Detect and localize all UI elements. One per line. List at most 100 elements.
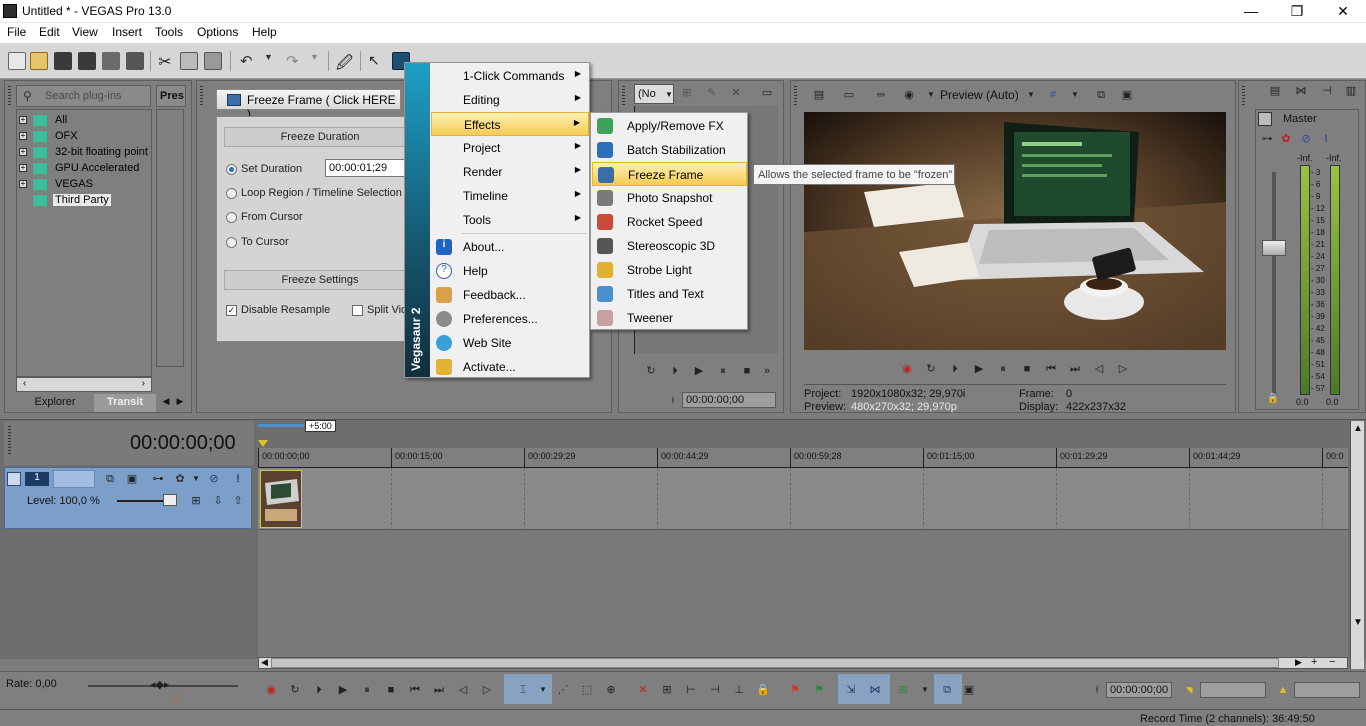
redo-dropdown-icon[interactable]: ▼ bbox=[310, 52, 328, 70]
split-screen-icon[interactable]: ⇹ bbox=[874, 88, 888, 102]
record-icon[interactable]: ◉ bbox=[900, 362, 914, 376]
preview-next-icon[interactable]: ⏭ bbox=[1068, 362, 1082, 376]
expand-icon[interactable]: + bbox=[19, 132, 27, 140]
video-event-clip[interactable] bbox=[260, 470, 302, 528]
panel-grip[interactable] bbox=[622, 86, 625, 106]
panel-grip[interactable] bbox=[8, 426, 11, 454]
master-bypass-icon[interactable]: ⊘ bbox=[1299, 132, 1313, 146]
master-solo-icon[interactable]: ! bbox=[1319, 132, 1333, 146]
timeline-vertical-scrollbar[interactable]: ▲ ▼ bbox=[1350, 421, 1364, 669]
enable-snapping-button[interactable]: ⇲ bbox=[844, 683, 858, 697]
track-down-icon[interactable]: ⇩ bbox=[211, 494, 225, 508]
from-cursor-option[interactable]: From Cursor bbox=[226, 211, 303, 223]
scroll-down-icon[interactable]: ▼ bbox=[1353, 617, 1363, 628]
expand-icon[interactable]: + bbox=[19, 148, 27, 156]
radio-to-cursor[interactable] bbox=[226, 237, 237, 248]
minimize-button[interactable]: — bbox=[1228, 0, 1274, 23]
project-properties-icon[interactable]: ▤ bbox=[812, 88, 826, 102]
tab-transitions[interactable]: Transit bbox=[94, 394, 156, 412]
normal-edit-tool-icon[interactable]: ⌶ bbox=[516, 683, 530, 697]
stop-button[interactable]: ■ bbox=[384, 683, 398, 697]
what-is-this-icon[interactable]: ↖ bbox=[368, 52, 386, 70]
tab-scroll-left-icon[interactable]: ◀ bbox=[160, 394, 172, 412]
radio-loop-region[interactable] bbox=[226, 188, 237, 199]
play-icon[interactable]: ▶ bbox=[692, 364, 706, 378]
split-video-option[interactable]: Split Vid bbox=[352, 304, 407, 316]
menu-item-activate[interactable]: Activate... bbox=[431, 355, 589, 379]
previous-frame-button[interactable]: ◁ bbox=[456, 683, 470, 697]
play-from-start-icon[interactable]: ⏵ bbox=[668, 364, 682, 378]
overlays-grid-icon[interactable]: # bbox=[1046, 88, 1060, 102]
properties-icon[interactable] bbox=[126, 52, 144, 70]
radio-from-cursor[interactable] bbox=[226, 212, 237, 223]
radio-set-duration[interactable] bbox=[226, 164, 237, 175]
close-button[interactable]: ✕ bbox=[1320, 0, 1366, 23]
menu-file[interactable]: File bbox=[7, 25, 26, 39]
master-mute-icon[interactable] bbox=[1258, 112, 1272, 126]
menu-view[interactable]: View bbox=[72, 25, 98, 39]
zoom-out-icon[interactable]: − bbox=[1329, 656, 1335, 668]
next-frame-button[interactable]: ▷ bbox=[480, 683, 494, 697]
expand-icon[interactable]: + bbox=[19, 116, 27, 124]
menu-item-tools[interactable]: Tools ▶ bbox=[431, 208, 589, 232]
freeze-frame-title-button[interactable]: Freeze Frame ( Click HERE ) bbox=[216, 89, 401, 121]
menu-item-render[interactable]: Render ▶ bbox=[431, 160, 589, 184]
timeline-empty-space[interactable] bbox=[258, 530, 1348, 657]
undo-dropdown-icon[interactable]: ▼ bbox=[264, 52, 282, 70]
external-monitor-icon[interactable]: ▭ bbox=[842, 88, 856, 102]
trim-tool-icon[interactable]: ⊞ bbox=[680, 86, 694, 100]
go-to-end-button[interactable]: ⏭ bbox=[432, 683, 446, 697]
master-fx-icon[interactable]: ⋈ bbox=[1294, 84, 1308, 98]
insert-marker-icon[interactable]: ⚑ bbox=[788, 683, 802, 697]
delete-icon[interactable]: ✕ bbox=[636, 683, 650, 697]
tab-explorer[interactable]: Explorer bbox=[20, 394, 90, 412]
paste-icon[interactable] bbox=[204, 52, 222, 70]
track-up-icon[interactable]: ⇧ bbox=[231, 494, 245, 508]
new-project-icon[interactable] bbox=[8, 52, 26, 70]
disable-resample-option[interactable]: ✓ Disable Resample bbox=[226, 304, 330, 316]
menu-options[interactable]: Options bbox=[197, 25, 238, 39]
duration-input[interactable]: 00:00:01;29 bbox=[325, 159, 405, 177]
expand-icon[interactable]: + bbox=[19, 180, 27, 188]
track-motion-icon[interactable]: ⧉ bbox=[103, 472, 117, 486]
effects-titles-and-text[interactable]: Titles and Text bbox=[592, 282, 747, 306]
preview-quality-label[interactable]: Preview (Auto) bbox=[940, 88, 1019, 102]
preview-stop-icon[interactable]: ■ bbox=[1020, 362, 1034, 376]
preview-prev-frame-icon[interactable]: ◁ bbox=[1092, 362, 1106, 376]
effects-stereoscopic-3d[interactable]: Stereoscopic 3D bbox=[592, 234, 747, 258]
set-duration-option[interactable]: Set Duration bbox=[226, 163, 302, 175]
checkbox-split-video[interactable] bbox=[352, 305, 363, 316]
scroll-left-icon[interactable]: ◀ bbox=[261, 657, 268, 668]
effects-batch-stabilization[interactable]: Batch Stabilization bbox=[592, 138, 747, 162]
menu-item-website[interactable]: Web Site bbox=[431, 331, 589, 355]
effects-photo-snapshot[interactable]: Photo Snapshot bbox=[592, 186, 747, 210]
track-bypass-icon[interactable]: ⊶ bbox=[151, 472, 165, 486]
undo-icon[interactable]: ↶ bbox=[240, 52, 258, 70]
edit-tool-dropdown-icon[interactable]: ▼ bbox=[536, 683, 550, 697]
scroll-right-icon[interactable]: › bbox=[142, 378, 145, 389]
zoom-tool-icon[interactable]: ⊕ bbox=[604, 683, 618, 697]
trim-icon[interactable]: ⊞ bbox=[660, 683, 674, 697]
selection-tool-icon[interactable]: ⬚ bbox=[580, 683, 594, 697]
track-solo-icon[interactable]: ! bbox=[231, 472, 245, 486]
play-button[interactable]: ▶ bbox=[336, 683, 350, 697]
scroll-up-icon[interactable]: ▲ bbox=[1353, 423, 1363, 434]
play-from-start-button[interactable]: ⏵ bbox=[312, 683, 326, 697]
tab-scroll-right-icon[interactable]: ▶ bbox=[174, 394, 186, 412]
effects-apply-remove-fx[interactable]: Apply/Remove FX bbox=[592, 114, 747, 138]
effects-rocket-speed[interactable]: Rocket Speed bbox=[592, 210, 747, 234]
more-icon[interactable]: » bbox=[760, 364, 774, 378]
lock-icon[interactable]: 🔒 bbox=[756, 683, 770, 697]
to-cursor-option[interactable]: To Cursor bbox=[226, 236, 289, 248]
preview-loop-icon[interactable]: ↻ bbox=[924, 362, 938, 376]
trim-start-icon[interactable]: ⊢ bbox=[684, 683, 698, 697]
render-as-icon[interactable] bbox=[102, 52, 120, 70]
panel-grip[interactable] bbox=[8, 86, 11, 106]
level-slider-handle[interactable] bbox=[163, 494, 177, 506]
envelope-tool-icon[interactable]: ⋰ bbox=[556, 683, 570, 697]
ignore-grouping-button[interactable]: ▣ bbox=[962, 683, 976, 697]
menu-item-editing[interactable]: Editing ▶ bbox=[431, 88, 589, 112]
preview-pause-icon[interactable]: ⏸ bbox=[996, 362, 1010, 376]
scrollbar-thumb[interactable] bbox=[271, 658, 1279, 668]
panel-grip[interactable] bbox=[794, 86, 797, 106]
